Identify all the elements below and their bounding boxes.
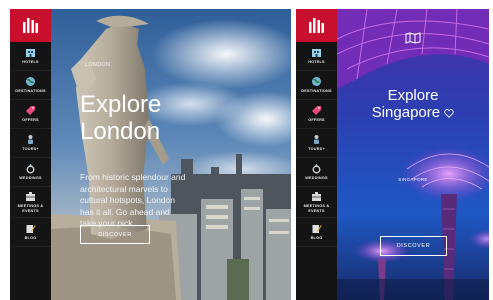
london-subcopy: From historic splendour and architectura… [80,172,186,228]
nav-label-tours: Tours+ [22,147,39,152]
ring-icon [26,164,35,174]
london-headline: Explore London [80,91,161,145]
singapore-caption: SINGAPORE [398,177,428,182]
nav-label-blog: Blog [24,236,37,241]
singapore-headline-line2-wrap: Singapore [337,104,489,121]
nav-offers[interactable]: Offers [10,100,51,129]
nav-offers[interactable]: Offers [296,100,337,129]
nav-label-meetings-events: Meetings & Events [17,204,44,213]
nav-label-destinations: Destinations [301,89,332,94]
nav-label-tours: Tours+ [308,147,325,152]
nav-meetings-events[interactable]: Meetings & Events [296,187,337,218]
nav-meetings-events[interactable]: Meetings & Events [10,187,51,218]
london-discover-button[interactable]: DISCOVER [80,225,150,244]
london-screen: Hotels Destinations Offers Tours+ Weddin… [10,9,291,300]
singapore-headline-line1: Explore [387,87,439,104]
london-top-label: LONDON [85,62,111,68]
singapore-discover-button[interactable]: DISCOVER [380,236,447,256]
nav-label-weddings: Weddings [19,176,42,181]
map-icon [405,32,421,44]
meeting-icon [26,192,35,202]
singapore-headline: Explore Singapore [337,87,489,121]
nav-label-offers: Offers [308,118,325,123]
london-headline-line2: London [80,118,161,145]
nav-weddings[interactable]: Weddings [296,158,337,187]
hotel-icon [312,49,321,58]
nav-label-weddings: Weddings [305,176,328,181]
brand-logo-mark [309,18,324,33]
singapore-photo [337,9,489,300]
nav-blog[interactable]: Blog [10,218,51,247]
nav-label-offers: Offers [22,118,39,123]
nav-destinations[interactable]: Destinations [296,71,337,100]
brand-logo-mark [23,18,38,33]
london-headline-line1: Explore [80,91,162,118]
hotel-icon [26,49,35,58]
nav-label-blog: Blog [310,236,323,241]
nav-tours[interactable]: Tours+ [296,129,337,158]
london-hero-image: LONDON Explore London From historic sple… [51,9,291,300]
sidebar-nav: Hotels Destinations Offers Tours+ Weddin… [296,9,337,300]
brand-logo[interactable] [296,9,337,42]
singapore-headline-line2: Singapore [371,104,441,121]
meeting-icon [312,192,321,202]
nav-weddings[interactable]: Weddings [10,158,51,187]
nav-label-hotels: Hotels [22,60,39,65]
brand-logo[interactable] [10,9,51,42]
nav-label-hotels: Hotels [308,60,325,65]
tour-icon [314,135,319,145]
nav-hotels[interactable]: Hotels [10,42,51,71]
tag-icon [312,106,321,116]
tour-icon [28,135,33,145]
singapore-hero-image: Explore Singapore SINGAPORE DISCOVER [337,9,489,300]
sidebar-nav: Hotels Destinations Offers Tours+ Weddin… [10,9,51,300]
nav-label-destinations: Destinations [15,89,46,94]
nav-hotels[interactable]: Hotels [296,42,337,71]
nav-blog[interactable]: Blog [296,218,337,247]
singapore-screen: Hotels Destinations Offers Tours+ Weddin… [296,9,489,300]
tag-icon [26,106,35,116]
globe-icon [312,77,321,87]
nav-destinations[interactable]: Destinations [10,71,51,100]
nav-tours[interactable]: Tours+ [10,129,51,158]
ring-icon [312,164,321,174]
globe-icon [26,77,35,87]
heart-icon [444,108,454,118]
blog-icon [312,225,322,234]
blog-icon [26,225,36,234]
nav-label-meetings-events: Meetings & Events [303,204,330,213]
london-photo [51,9,291,300]
